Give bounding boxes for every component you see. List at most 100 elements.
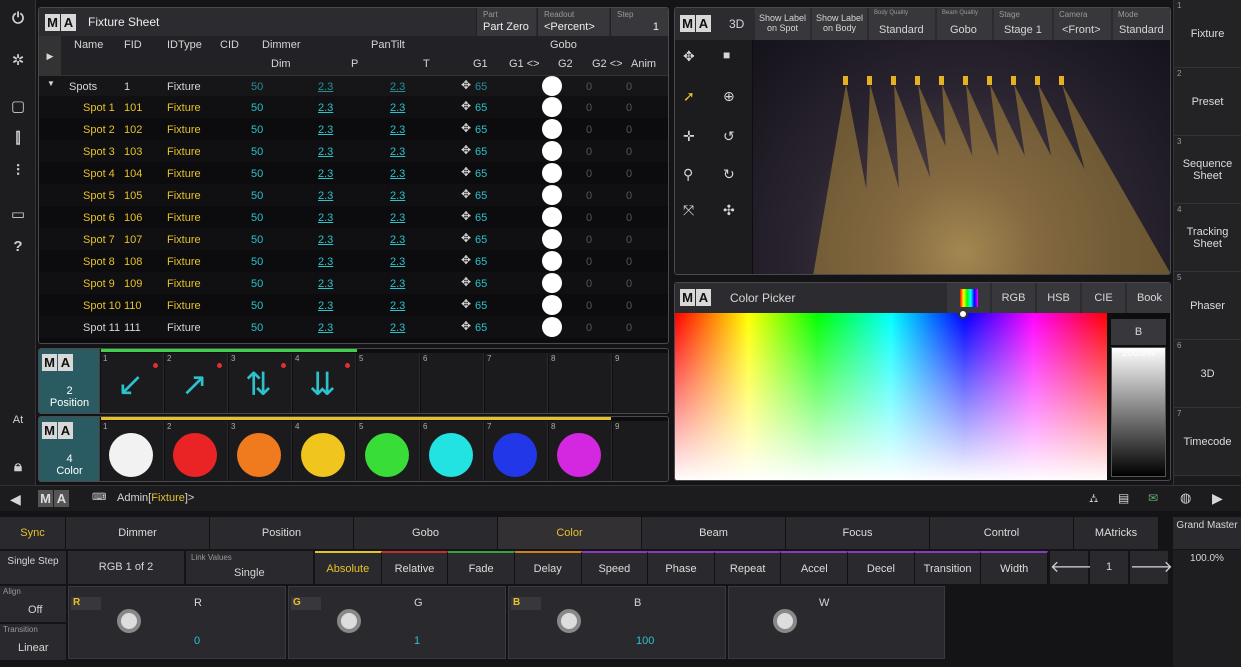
- feature-sync[interactable]: Sync: [0, 517, 66, 549]
- encoder-w[interactable]: W: [728, 586, 945, 659]
- mode-relative[interactable]: Relative: [381, 551, 449, 584]
- expand-icon[interactable]: ▶: [39, 36, 61, 76]
- pool-cell-color-3[interactable]: 3: [229, 421, 292, 481]
- camera-icon[interactable]: ■: [723, 48, 730, 62]
- encoder-g[interactable]: G G 1: [288, 586, 506, 659]
- 3d-viewport[interactable]: [753, 40, 1170, 274]
- network-icon[interactable]: ⛼: [1089, 491, 1098, 507]
- align-icon[interactable]: ✣: [723, 202, 735, 219]
- feature-control[interactable]: Control: [930, 517, 1074, 549]
- messages-icon[interactable]: ▤: [1118, 491, 1129, 505]
- camera-select[interactable]: Camera <Front>: [1054, 8, 1111, 40]
- mode-width[interactable]: Width: [981, 551, 1049, 584]
- pool-cell-color-2[interactable]: 2: [165, 421, 228, 481]
- table-row[interactable]: Spot 9 109 Fixture 50 2.3 2.3 65 0 0 ✥: [39, 272, 668, 294]
- mode-repeat[interactable]: Repeat: [714, 551, 782, 584]
- feature-gobo[interactable]: Gobo: [354, 517, 498, 549]
- back-icon[interactable]: ◀: [10, 491, 21, 508]
- col-idtype[interactable]: IDType: [167, 39, 202, 51]
- pool-cell-position-6[interactable]: 6: [421, 353, 484, 413]
- view-button-preset[interactable]: 2 Preset: [1174, 68, 1241, 136]
- view-button-tracking-sheet[interactable]: 4 Tracking Sheet: [1174, 204, 1241, 272]
- level-slider[interactable]: 100.0%: [1111, 347, 1166, 477]
- feature-position[interactable]: Position: [210, 517, 354, 549]
- readout-selector[interactable]: Readout <Percent>: [537, 8, 609, 36]
- position-pool-header[interactable]: MA 2 Position: [39, 349, 100, 413]
- windows-icon[interactable]: ▢: [0, 90, 36, 122]
- col-p[interactable]: P: [351, 58, 358, 70]
- pool-cell-position-7[interactable]: 7: [485, 353, 548, 413]
- stage-select[interactable]: Stage Stage 1: [994, 8, 1052, 40]
- beam-quality-select[interactable]: Beam Quality Gobo: [937, 8, 992, 40]
- col-g1[interactable]: G1: [473, 58, 488, 70]
- step-selector[interactable]: Step 1: [610, 8, 668, 36]
- feature-color[interactable]: Color: [498, 517, 642, 549]
- pool-cell-position-9[interactable]: 9: [613, 353, 668, 413]
- ma-logo[interactable]: MA: [680, 15, 711, 32]
- mail-icon[interactable]: ✉: [1148, 491, 1158, 505]
- view-button-timecode[interactable]: 7 Timecode: [1174, 408, 1241, 476]
- table-row[interactable]: Spot 1 101 Fixture 50 2.3 2.3 65 0 0 ✥: [39, 96, 668, 118]
- pool-cell-position-2[interactable]: 2 ↗: [165, 353, 228, 413]
- ma-logo[interactable]: MA: [45, 13, 76, 31]
- col-dim[interactable]: Dim: [271, 58, 291, 70]
- view-button-fixture[interactable]: 1 Fixture: [1174, 0, 1241, 68]
- ma-logo[interactable]: MA: [38, 490, 69, 507]
- col-fid[interactable]: FID: [124, 39, 142, 51]
- mode-decel[interactable]: Decel: [848, 551, 915, 584]
- tab-cie[interactable]: CIE: [1082, 283, 1125, 313]
- pan-icon[interactable]: ✛: [683, 128, 695, 145]
- encoder-knob[interactable]: [337, 609, 361, 633]
- encoder-b[interactable]: B B 100: [508, 586, 726, 659]
- arrow-left-icon[interactable]: 🡐: [1050, 551, 1093, 584]
- table-row[interactable]: Spot 7 107 Fixture 50 2.3 2.3 65 0 0 ✥: [39, 228, 668, 250]
- table-row[interactable]: Spot 5 105 Fixture 50 2.3 2.3 65 0 0 ✥: [39, 184, 668, 206]
- pool-cell-position-5[interactable]: 5: [357, 353, 420, 413]
- screen-icon[interactable]: ▭: [0, 198, 36, 230]
- view-button-3d[interactable]: 6 3D: [1174, 340, 1241, 408]
- mode-speed[interactable]: Speed: [581, 551, 649, 584]
- grand-master-button[interactable]: Grand Master: [1173, 517, 1241, 549]
- feature-beam[interactable]: Beam: [642, 517, 786, 549]
- collapse-icon[interactable]: ▼: [47, 79, 55, 88]
- select-arrow-icon[interactable]: ➚: [683, 88, 695, 105]
- col-g2-rot[interactable]: G2 <>: [592, 58, 623, 70]
- forward-icon[interactable]: ▶: [1212, 490, 1223, 507]
- at-button[interactable]: At: [0, 404, 36, 436]
- hue-saturation-field[interactable]: [675, 309, 1107, 480]
- group-row[interactable]: ▼ Spots 1 Fixture 50 2.3 2.3 ✥ 65 0 0: [39, 76, 668, 96]
- tab-hsb[interactable]: HSB: [1037, 283, 1080, 313]
- pool-cell-color-7[interactable]: 7: [485, 421, 548, 481]
- show-label-body-button[interactable]: Show Label on Body: [812, 8, 867, 40]
- pool-cell-color-8[interactable]: 8: [549, 421, 612, 481]
- body-quality-select[interactable]: Body Quality Standard: [869, 8, 935, 40]
- col-g2[interactable]: G2: [558, 58, 573, 70]
- mode-delay[interactable]: Delay: [514, 551, 582, 584]
- picker-cursor[interactable]: [958, 309, 968, 319]
- mode-select[interactable]: Mode Standard: [1113, 8, 1170, 40]
- zoom-icon[interactable]: ⚲: [683, 166, 693, 183]
- mode-transition[interactable]: Transition: [914, 551, 982, 584]
- part-selector[interactable]: Part Part Zero: [476, 8, 536, 36]
- encoder-knob[interactable]: [117, 609, 141, 633]
- mode-accel[interactable]: Accel: [781, 551, 849, 584]
- pool-cell-color-6[interactable]: 6: [421, 421, 484, 481]
- transition-button[interactable]: Transition Linear: [0, 624, 66, 660]
- faders-icon[interactable]: ⫿: [0, 122, 36, 154]
- arrow-right-icon[interactable]: 🡒: [1130, 551, 1173, 584]
- feature-matricks[interactable]: MAtricks: [1074, 517, 1159, 549]
- show-label-spot-button[interactable]: Show Label on Spot: [755, 8, 810, 40]
- move-icon[interactable]: ✥: [683, 48, 695, 65]
- encoder-knob[interactable]: [773, 609, 797, 633]
- view-button-sequence-sheet[interactable]: 3 Sequence Sheet: [1174, 136, 1241, 204]
- table-row[interactable]: Spot 8 108 Fixture 50 2.3 2.3 65 0 0 ✥: [39, 250, 668, 272]
- channel-b-button[interactable]: B: [1111, 319, 1166, 345]
- table-row[interactable]: Spot 2 102 Fixture 50 2.3 2.3 65 0 0 ✥: [39, 118, 668, 140]
- pool-cell-position-8[interactable]: 8: [549, 353, 612, 413]
- mode-absolute[interactable]: Absolute: [315, 551, 382, 584]
- single-step-button[interactable]: Single Step: [0, 551, 66, 584]
- color-pool-header[interactable]: MA 4 Color: [39, 417, 100, 481]
- command-input[interactable]: Admin[Fixture]>: [117, 492, 194, 504]
- pool-cell-color-4[interactable]: 4: [293, 421, 356, 481]
- tab-rgb[interactable]: RGB: [992, 283, 1035, 313]
